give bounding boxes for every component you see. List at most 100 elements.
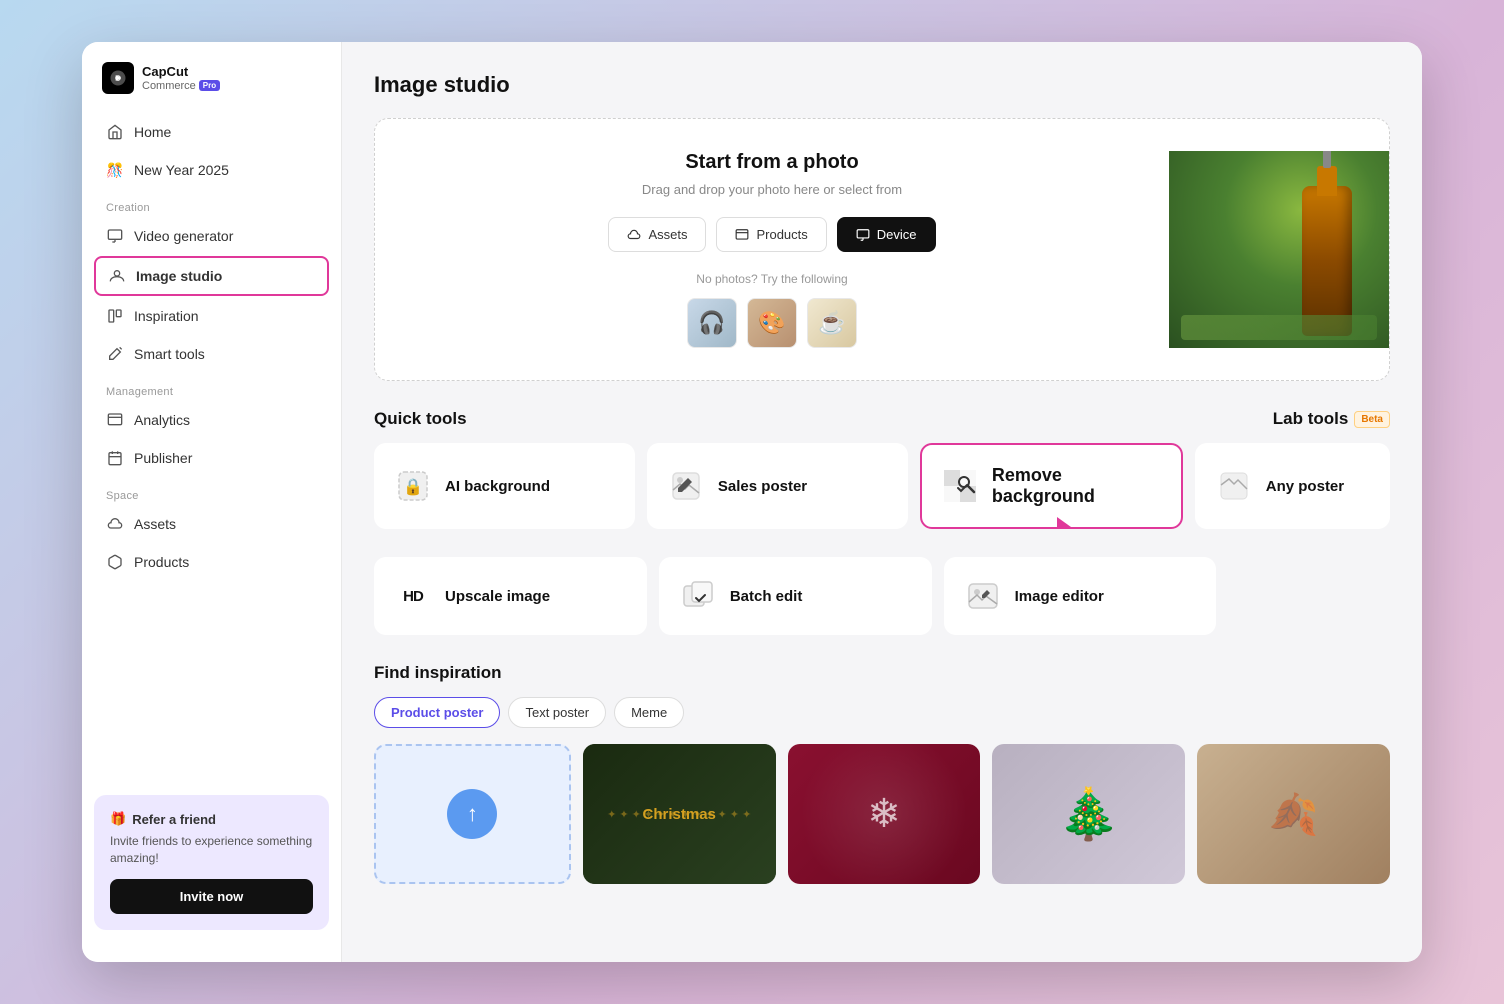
filter-text-poster[interactable]: Text poster — [508, 697, 606, 728]
box-icon — [106, 553, 124, 571]
svg-text:🔒: 🔒 — [403, 478, 423, 496]
image-editor-icon — [965, 578, 1001, 614]
sidebar-item-products[interactable]: Products — [94, 544, 329, 580]
batch-icon — [680, 578, 716, 614]
upload-icon: ↑ — [447, 789, 497, 839]
assets-source-btn[interactable]: Assets — [608, 217, 706, 252]
sidebar-item-label: New Year 2025 — [134, 162, 229, 178]
sidebar-item-label: Home — [134, 124, 171, 140]
logo-icon — [102, 62, 134, 94]
sidebar-item-new-year[interactable]: 🎊 New Year 2025 — [94, 152, 329, 188]
quick-tools-section-title: Quick tools — [374, 409, 467, 429]
inspiration-extra-card[interactable]: 🍂 — [1197, 744, 1390, 884]
sidebar-item-home[interactable]: Home — [94, 114, 329, 150]
inspiration-tree-card[interactable]: 🎄 — [992, 744, 1185, 884]
gift-icon: 🎊 — [106, 161, 124, 179]
upscale-image-label: Upscale image — [445, 588, 550, 605]
christmas-label: Christmas — [643, 806, 716, 823]
batch-edit-label: Batch edit — [730, 588, 803, 605]
sidebar-item-assets[interactable]: Assets — [94, 506, 329, 542]
ai-background-card[interactable]: 🔒 AI background — [374, 443, 635, 529]
sidebar-item-label: Publisher — [134, 450, 192, 466]
spacer — [1228, 557, 1390, 635]
start-photo-title: Start from a photo — [685, 151, 858, 174]
ai-background-label: AI background — [445, 478, 550, 495]
filter-meme[interactable]: Meme — [614, 697, 684, 728]
invite-now-button[interactable]: Invite now — [110, 879, 313, 914]
chart-icon — [106, 411, 124, 429]
sample-image-palette[interactable]: 🎨 — [747, 298, 797, 348]
inspiration-snowflake-card[interactable]: ❄ — [788, 744, 981, 884]
device-label: Device — [877, 227, 917, 242]
sidebar-item-label: Analytics — [134, 412, 190, 428]
remove-bg-icon — [942, 468, 978, 504]
start-photo-content: Start from a photo Drag and drop your ph… — [375, 151, 1169, 348]
logo-name: CapCut — [142, 64, 220, 80]
inspiration-upload-card[interactable]: ↑ — [374, 744, 571, 884]
sidebar: CapCut Commerce Pro Home 🎊 New — [82, 42, 342, 962]
sidebar-item-label: Video generator — [134, 228, 233, 244]
sales-poster-icon — [668, 468, 704, 504]
refer-card-title: 🎁 Refer a friend — [110, 811, 313, 827]
sidebar-item-inspiration[interactable]: Inspiration — [94, 298, 329, 334]
sidebar-item-label: Assets — [134, 516, 176, 532]
any-poster-card[interactable]: Any poster — [1195, 443, 1390, 529]
upscale-image-card[interactable]: HD Upscale image — [374, 557, 647, 635]
creation-section-label: Creation — [94, 190, 329, 218]
pink-arrow-indicator — [1049, 512, 1079, 529]
logo: CapCut Commerce Pro — [82, 62, 341, 114]
no-photos-text: No photos? Try the following — [696, 272, 847, 286]
sidebar-item-smart-tools[interactable]: Smart tools — [94, 336, 329, 372]
ai-bg-icon: 🔒 — [395, 468, 431, 504]
inspiration-section-title: Find inspiration — [374, 663, 1390, 683]
home-icon — [106, 123, 124, 141]
sidebar-item-image-studio[interactable]: Image studio — [94, 256, 329, 296]
inspiration-filters: Product poster Text poster Meme — [374, 697, 1390, 728]
lab-tools-header: Lab tools Beta — [1273, 409, 1390, 429]
page-title: Image studio — [374, 72, 1390, 98]
batch-edit-card[interactable]: Batch edit — [659, 557, 932, 635]
any-poster-icon — [1216, 468, 1252, 504]
start-photo-preview-image — [1169, 151, 1389, 348]
cloud-icon — [106, 515, 124, 533]
start-photo-subtitle: Drag and drop your photo here or select … — [642, 182, 902, 197]
sample-images: 🎧 🎨 ☕ — [687, 298, 857, 348]
pro-badge: Pro — [199, 80, 220, 91]
logo-sub: Commerce Pro — [142, 80, 220, 92]
inspiration-christmas-card[interactable]: ✦ ✦ ✦ ✦ ✦ ✦ ✦ ✦ ✦ ✦ ✦ ✦ Christmas — [583, 744, 776, 884]
main-content: Image studio Start from a photo Drag and… — [342, 42, 1422, 962]
start-photo-card: Start from a photo Drag and drop your ph… — [374, 118, 1390, 381]
sales-poster-card[interactable]: Sales poster — [647, 443, 908, 529]
video-icon — [106, 227, 124, 245]
products-label: Products — [756, 227, 807, 242]
sidebar-item-label: Products — [134, 554, 189, 570]
products-source-btn[interactable]: Products — [716, 217, 826, 252]
gift-emoji: 🎁 — [110, 811, 126, 827]
sidebar-item-video-generator[interactable]: Video generator — [94, 218, 329, 254]
remove-background-label: Remove background — [992, 465, 1161, 507]
assets-label: Assets — [648, 227, 687, 242]
tools-row-2: HD Upscale image Batch edit — [374, 557, 1390, 635]
sidebar-item-label: Smart tools — [134, 346, 205, 362]
filter-product-poster[interactable]: Product poster — [374, 697, 500, 728]
tools-row-1: 🔒 AI background Sales poster — [374, 443, 1390, 529]
refer-card: 🎁 Refer a friend Invite friends to exper… — [94, 795, 329, 930]
space-section-label: Space — [94, 478, 329, 506]
source-buttons: Assets Products — [608, 217, 935, 252]
management-section-label: Management — [94, 374, 329, 402]
image-editor-label: Image editor — [1015, 588, 1104, 605]
sample-image-earbuds[interactable]: 🎧 — [687, 298, 737, 348]
hd-icon: HD — [395, 578, 431, 614]
sidebar-item-label: Image studio — [136, 268, 222, 284]
sidebar-item-analytics[interactable]: Analytics — [94, 402, 329, 438]
device-source-btn[interactable]: Device — [837, 217, 936, 252]
app-window: CapCut Commerce Pro Home 🎊 New — [82, 42, 1422, 962]
sales-poster-label: Sales poster — [718, 478, 807, 495]
any-poster-label: Any poster — [1266, 478, 1344, 495]
calendar-icon — [106, 449, 124, 467]
sidebar-item-publisher[interactable]: Publisher — [94, 440, 329, 476]
sample-image-cup[interactable]: ☕ — [807, 298, 857, 348]
remove-background-card[interactable]: Remove background — [920, 443, 1183, 529]
image-editor-card[interactable]: Image editor — [944, 557, 1217, 635]
refer-card-text: Invite friends to experience something a… — [110, 833, 313, 867]
